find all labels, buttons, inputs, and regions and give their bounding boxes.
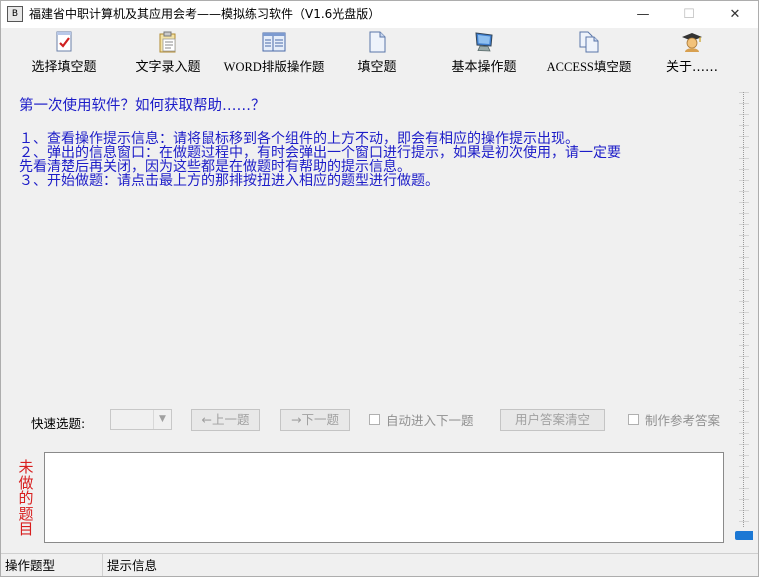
toolbar-label: 基本操作题 — [451, 60, 517, 75]
documents-icon — [579, 31, 599, 53]
toolbar-access-fill-button[interactable]: ACCESS填空题 — [541, 28, 637, 78]
toolbar-label: ACCESS填空题 — [546, 60, 632, 74]
help-line: ３、开始做题：请点击最上方的那排按扭进入相应的题型进行做题。 — [19, 173, 439, 189]
quick-select-bar: 快速选题: ▼ ←上一题 →下一题 自动进入下一题 用户答案清空 制作参考答案 — [1, 406, 758, 436]
monitor-icon — [475, 32, 493, 52]
toolbar-about-button[interactable]: 关于…… — [659, 28, 725, 78]
question-slider[interactable] — [734, 84, 754, 542]
toolbar-label: WORD排版操作题 — [223, 60, 325, 74]
status-info: 提示信息 — [107, 558, 158, 573]
main-window: B 福建省中职计算机及其应用会考——模拟练习软件（V1.6光盘版） — ☐ ✕ … — [0, 0, 759, 577]
help-line: ２、弹出的信息窗口：在做题过程中，有时会弹出一个窗口进行提示，如果是初次使用，请… — [19, 145, 621, 161]
make-answer-checkbox[interactable]: 制作参考答案 — [628, 410, 728, 432]
toolbar-fill-blank-button[interactable]: 填空题 — [347, 28, 407, 78]
document-icon — [369, 31, 386, 53]
status-type: 操作题型 — [1, 554, 103, 576]
maximize-button[interactable]: ☐ — [666, 1, 712, 28]
toolbar: 选择填空题 文字录入题 WORD排版操作题 填空题 基本操作题 ACCESS填空… — [1, 28, 758, 78]
graduate-icon — [682, 33, 702, 52]
minimize-button[interactable]: — — [620, 1, 666, 28]
slider-thumb[interactable] — [735, 531, 753, 540]
toolbar-label: 关于…… — [665, 60, 718, 75]
answer-box[interactable] — [44, 452, 724, 543]
auto-next-checkbox[interactable]: 自动进入下一题 — [369, 410, 479, 432]
checkbox-box[interactable] — [628, 414, 639, 425]
quick-select-label: 快速选题: — [31, 416, 86, 431]
help-panel: 第一次使用软件？如何获取帮助……？ １、查看操作提示信息：请将鼠标移到各个组件的… — [19, 99, 719, 188]
layout-icon — [262, 32, 286, 52]
slider-track — [743, 92, 746, 527]
help-question: 第一次使用软件？如何获取帮助……？ — [19, 98, 266, 114]
help-line: 先看清楚后再关闭，因为这些都是在做题时有帮助的提示信息。 — [19, 159, 411, 175]
quick-select-combo[interactable]: ▼ — [110, 409, 172, 430]
unanswered-label: 未做的题目 — [18, 458, 34, 538]
title-bar: B 福建省中职计算机及其应用会考——模拟练习软件（V1.6光盘版） — ☐ ✕ — [1, 1, 758, 28]
app-icon: B — [7, 6, 23, 22]
checklist-icon — [56, 31, 72, 52]
toolbar-label: 选择填空题 — [31, 60, 97, 75]
clipboard-icon — [159, 31, 176, 53]
toolbar-text-entry-button[interactable]: 文字录入题 — [127, 28, 209, 78]
toolbar-label: 文字录入题 — [135, 60, 201, 75]
auto-next-label: 自动进入下一题 — [386, 413, 474, 428]
clear-answer-button[interactable]: 用户答案清空 — [500, 409, 605, 431]
toolbar-choice-fill-button[interactable]: 选择填空题 — [21, 28, 107, 78]
toolbar-word-layout-button[interactable]: WORD排版操作题 — [221, 28, 327, 78]
close-button[interactable]: ✕ — [712, 1, 758, 28]
toolbar-label: 填空题 — [357, 60, 397, 75]
chevron-down-icon[interactable]: ▼ — [153, 410, 171, 429]
help-line: １、查看操作提示信息：请将鼠标移到各个组件的上方不动，即会有相应的操作提示出现。 — [19, 131, 579, 147]
checkbox-box[interactable] — [369, 414, 380, 425]
toolbar-basic-operation-button[interactable]: 基本操作题 — [441, 28, 527, 78]
status-bar: 操作题型 提示信息 — [1, 553, 758, 576]
next-question-button[interactable]: →下一题 — [280, 409, 350, 431]
make-answer-label: 制作参考答案 — [645, 413, 721, 428]
window-title: 福建省中职计算机及其应用会考——模拟练习软件（V1.6光盘版） — [29, 7, 381, 21]
prev-question-button[interactable]: ←上一题 — [191, 409, 260, 431]
